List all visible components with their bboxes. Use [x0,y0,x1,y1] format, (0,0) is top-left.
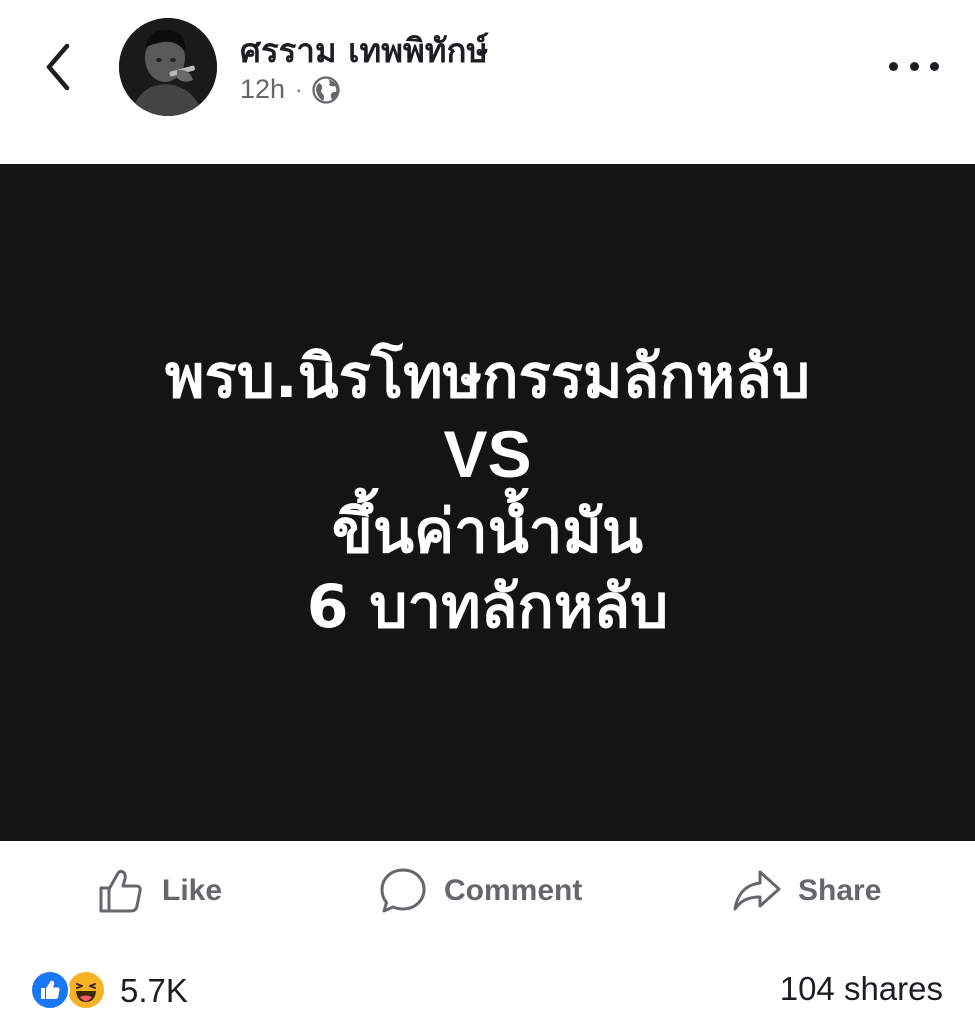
post-page: ศรราม เทพพิทักษ์ 12h · พรบ.นิรโทษกรรมลัก… [0,0,975,1024]
post-text-line-2: VS [443,417,532,492]
post-time[interactable]: 12h [240,74,285,105]
action-bar: Like Comment Share [0,841,975,941]
globe-icon [312,75,340,104]
avatar-image [119,18,217,116]
more-dot [889,61,898,71]
meta-separator: · [295,76,303,102]
post-image[interactable]: พรบ.นิรโทษกรรมลักหลับ VS ขึ้นค่าน้ำมัน 6… [0,164,975,841]
more-dot [909,61,919,71]
shares-count[interactable]: 104 shares [780,970,943,1008]
post-stats: 5.7K 104 shares [0,960,975,1020]
reaction-count: 5.7K [120,972,188,1009]
comment-label: Comment [444,874,583,907]
post-header: ศรราม เทพพิทักษ์ 12h · [0,0,975,164]
post-meta: 12h · [240,74,341,105]
speech-bubble-icon [380,868,426,913]
author-name[interactable]: ศรราม เทพพิทักษ์ [240,24,488,77]
post-text-line-3: ขึ้นค่าน้ำมัน [331,496,644,567]
post-text-line-4: 6 บาทลักหลับ [306,571,669,642]
more-options-button[interactable] [889,52,939,80]
comment-button[interactable]: Comment [378,861,582,921]
chevron-left-icon [46,43,70,91]
back-button[interactable] [36,40,80,94]
share-arrow-icon [733,870,781,911]
like-label: Like [162,874,223,907]
like-reaction-icon [30,970,70,1010]
more-dot [930,61,939,71]
share-label: Share [798,874,882,907]
avatar[interactable] [119,18,217,116]
post-text-line-1: พรบ.นิรโทษกรรมลักหลับ [164,342,811,413]
share-button[interactable]: Share [732,861,881,921]
reaction-icons [30,970,112,1012]
reactions-summary[interactable]: 5.7K [30,970,188,1012]
like-button[interactable]: Like [96,861,222,921]
haha-reaction-icon [66,970,106,1010]
thumbs-up-icon [99,869,142,913]
